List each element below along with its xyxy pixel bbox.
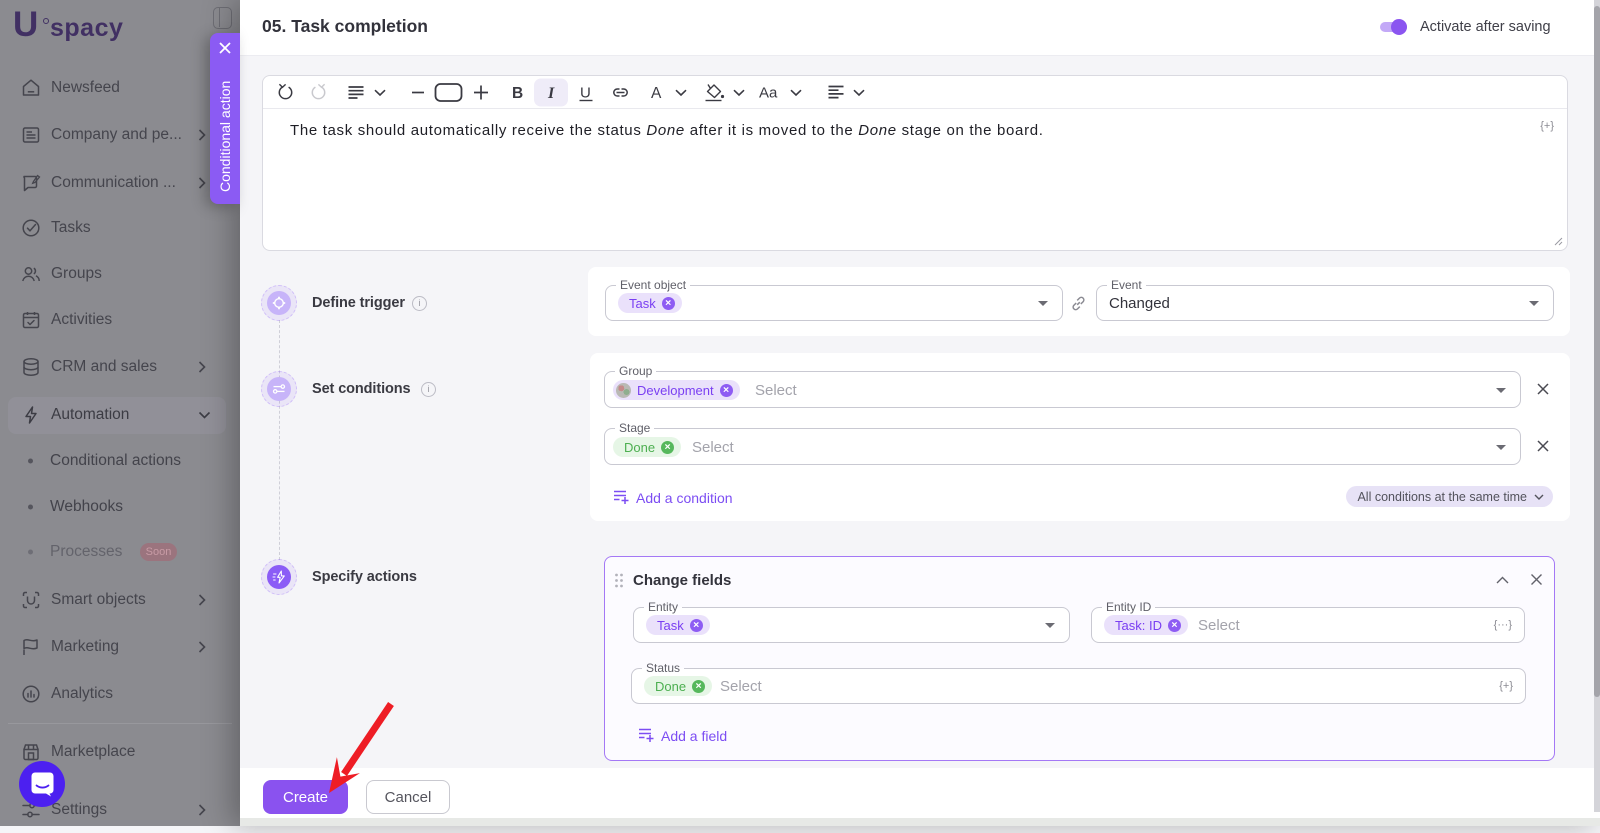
- svg-text:U: U: [580, 85, 591, 102]
- svg-text:Aa: Aa: [759, 85, 778, 102]
- svg-text:A: A: [651, 85, 662, 102]
- svg-text:I: I: [547, 85, 555, 102]
- svg-text:B: B: [512, 85, 523, 102]
